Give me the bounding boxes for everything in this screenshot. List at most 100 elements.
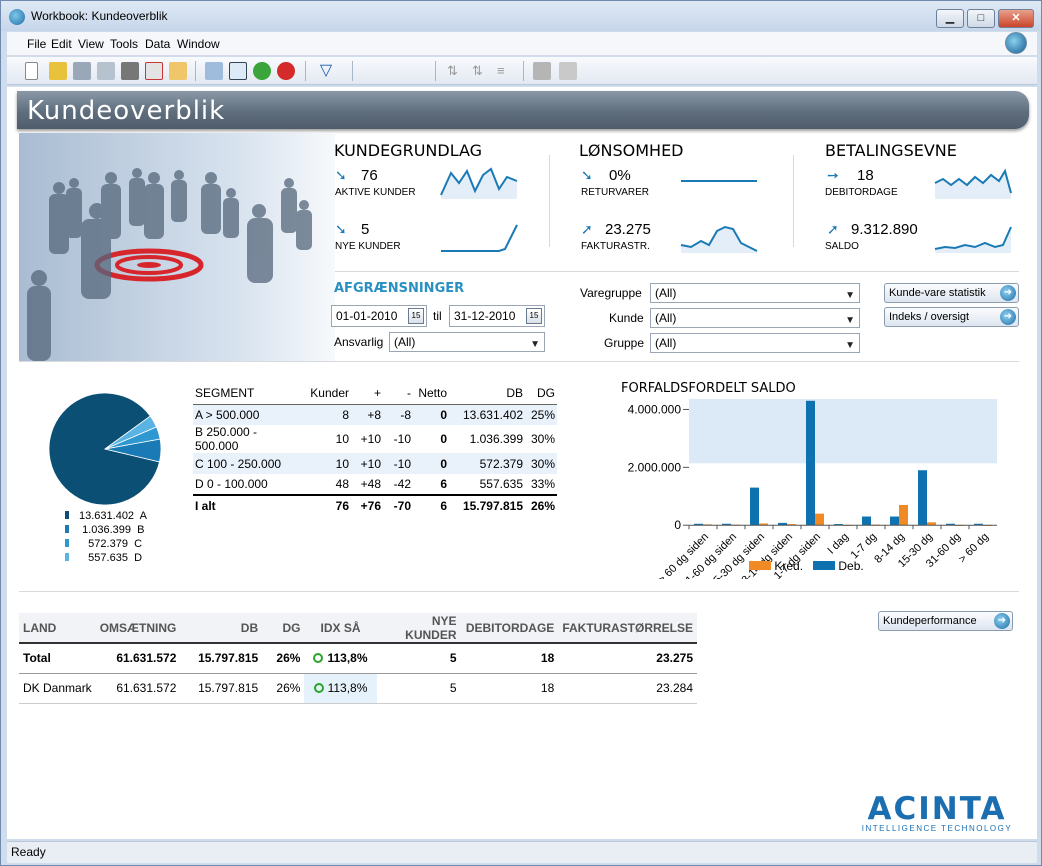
cell: 26%: [525, 494, 557, 516]
varegruppe-select[interactable]: (All) ▼: [650, 283, 860, 303]
menu-tools[interactable]: Tools: [110, 37, 138, 51]
legend-value: 572.379: [88, 538, 128, 550]
legend-swatch: [813, 561, 836, 570]
table-icon[interactable]: [229, 62, 247, 80]
table-row[interactable]: A > 500.000 8 +8 -8 0 13.631.402 25%: [193, 404, 557, 425]
kunde-select[interactable]: (All) ▼: [650, 308, 860, 328]
pdf-icon[interactable]: [145, 62, 163, 80]
app-icon: [9, 9, 25, 25]
cell: C 100 - 250.000: [193, 453, 305, 474]
column-header[interactable]: SEGMENT: [193, 383, 305, 405]
table-total-row: I alt 76 +76 -70 6 15.797.815 26%: [193, 494, 557, 516]
close-button[interactable]: ✕: [998, 9, 1034, 28]
column-header[interactable]: DB: [449, 383, 525, 405]
bar-deb[interactable]: [918, 470, 927, 526]
bar-kred[interactable]: [815, 513, 824, 526]
table-total-row[interactable]: Total 61.631.572 15.797.815 26% 113,8% 5…: [19, 643, 697, 674]
legend-key: A: [139, 510, 147, 522]
column-header[interactable]: NYE KUNDER: [376, 613, 461, 644]
bar-deb[interactable]: [806, 400, 815, 526]
cell: 13.631.402: [449, 404, 525, 425]
cell: D 0 - 100.000: [195, 477, 268, 491]
kpi-nye-kunder-value: 5: [361, 221, 370, 238]
cell: 10: [305, 453, 351, 474]
filter-icon[interactable]: ▽: [317, 62, 335, 80]
sort-descending-icon[interactable]: ⇅: [472, 62, 490, 80]
ansvarlig-select[interactable]: (All) ▼: [389, 332, 545, 352]
kpi-debitordage-value: 18: [857, 167, 874, 184]
kpi-lonsomhed-title: LØNSOMHED: [579, 141, 684, 160]
column-header[interactable]: +: [351, 383, 383, 405]
table-row[interactable]: B 250.000 - 500.000 10 +10 -10 0 1.036.399 30%: [193, 425, 557, 453]
sort-ascending-icon[interactable]: ⇅: [447, 62, 465, 80]
refresh-icon[interactable]: [253, 62, 271, 80]
open-icon[interactable]: [49, 62, 67, 80]
drill-down-icon[interactable]: [533, 62, 551, 80]
divider: [335, 271, 1019, 272]
table-row[interactable]: DK Danmark 61.631.572 15.797.815 26% 113…: [19, 673, 697, 704]
column-header[interactable]: -: [383, 383, 413, 405]
calendar-icon[interactable]: 15: [526, 308, 542, 324]
minimize-button[interactable]: ▁: [936, 9, 964, 28]
table-row[interactable]: D 0 - 100.000 48 +48 -42 6 557.635 33%: [193, 474, 557, 495]
cell: 23.275: [558, 643, 697, 674]
kundeperformance-button[interactable]: Kundeperformance ➜: [878, 611, 1013, 631]
gruppe-value: (All): [655, 336, 677, 350]
cell: 6: [440, 477, 447, 491]
sparkline-returvarer: [681, 180, 757, 182]
go-arrow-icon: ➜: [1000, 309, 1016, 325]
bar-deb[interactable]: [862, 516, 871, 526]
menu-view[interactable]: View: [78, 37, 104, 51]
toolbar-separator: [523, 61, 524, 81]
bar-deb[interactable]: [890, 516, 899, 526]
chevron-down-icon: ▼: [845, 290, 855, 301]
calendar-icon[interactable]: 15: [408, 308, 424, 324]
email-icon[interactable]: [169, 62, 187, 80]
column-header[interactable]: DB: [180, 613, 263, 644]
column-header[interactable]: Kunder: [305, 383, 351, 405]
stop-icon[interactable]: [277, 62, 295, 80]
y-tick-label: 2.000.000: [628, 460, 682, 474]
date-til-label: til: [433, 309, 442, 323]
gruppe-select[interactable]: (All) ▼: [650, 333, 860, 353]
new-icon[interactable]: [25, 62, 38, 80]
cell: 5: [376, 673, 461, 704]
column-header[interactable]: IDX SÅ: [304, 613, 377, 644]
column-header[interactable]: DG: [525, 383, 557, 405]
cell: 113,8%: [304, 673, 377, 704]
date-to-field[interactable]: 31-12-2010 15: [449, 305, 545, 327]
menu-data[interactable]: Data: [145, 37, 170, 51]
toolbar-separator: [305, 61, 306, 81]
column-header[interactable]: DEBITORDAGE: [460, 613, 559, 644]
status-bar: Ready: [7, 841, 1037, 863]
y-tick-label: 0: [674, 518, 681, 532]
legend-swatch: [749, 561, 771, 570]
cell: 5: [376, 643, 461, 674]
menu-edit[interactable]: Edit: [51, 37, 72, 51]
drill-up-icon[interactable]: [559, 62, 577, 80]
print-preview-icon[interactable]: [97, 62, 115, 80]
indeks-oversigt-button[interactable]: Indeks / oversigt ➜: [884, 307, 1019, 327]
sort-clear-icon[interactable]: ≡: [497, 62, 515, 80]
column-header[interactable]: FAKTURASTØRRELSE: [558, 613, 697, 644]
cell: +10: [351, 453, 383, 474]
maximize-button[interactable]: □: [967, 9, 995, 28]
column-header[interactable]: LAND: [19, 613, 96, 644]
dashboard: Kundeoverblik KUNDEGRUNDLAG ➘ 76 AKTIVE …: [7, 87, 1037, 839]
trend-arrow-icon: ➘: [581, 167, 593, 183]
date-from-field[interactable]: 01-01-2010 15: [331, 305, 427, 327]
kunde-vare-statistik-button[interactable]: Kunde-vare statistik ➜: [884, 283, 1019, 303]
column-header[interactable]: OMSÆTNING: [95, 613, 181, 644]
bar-deb[interactable]: [750, 487, 759, 526]
table-row[interactable]: C 100 - 250.000 10 +10 -10 0 572.379 30%: [193, 453, 557, 474]
copy-icon[interactable]: [205, 62, 223, 80]
print-icon[interactable]: [73, 62, 91, 80]
column-header[interactable]: Netto: [413, 383, 449, 405]
bar-kred[interactable]: [899, 504, 908, 526]
legend-swatch: [65, 511, 69, 519]
menu-file[interactable]: File: [27, 37, 46, 51]
export-icon[interactable]: [121, 62, 139, 80]
toolbar-separator: [352, 61, 353, 81]
menu-window[interactable]: Window: [177, 37, 220, 51]
column-header[interactable]: DG: [262, 613, 305, 644]
